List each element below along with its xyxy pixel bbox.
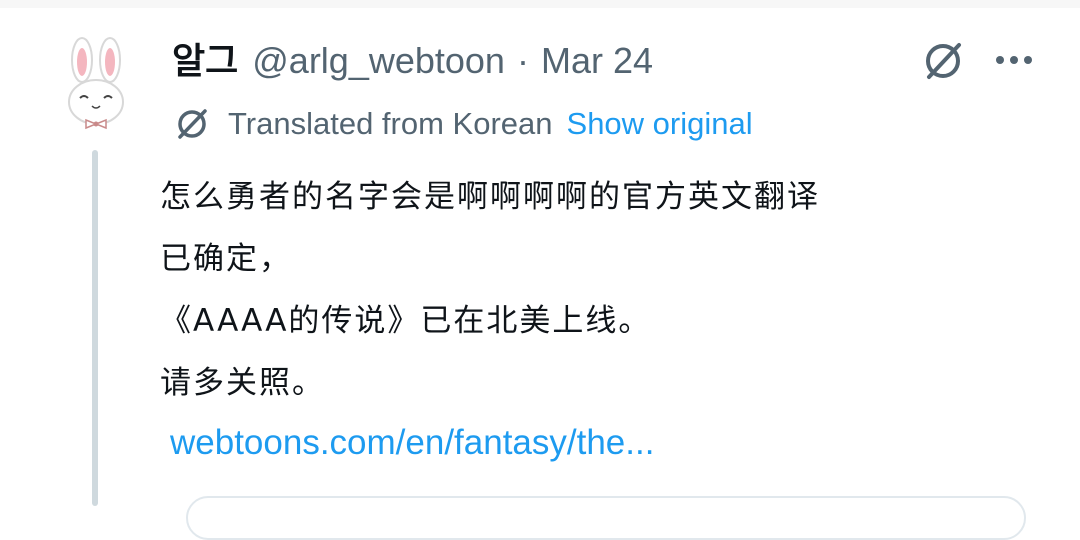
thread-line [92,150,98,506]
tweet-text: 怎么勇者的名字会是啊啊啊啊的官方英文翻译 已确定， 《AAAA的传说》已在北美上… [160,166,1020,414]
tweet-header: 알그 @arlg_webtoon · Mar 24 [172,38,653,84]
tweet-date[interactable]: Mar 24 [541,38,653,84]
tweet-text-line: 请多关照。 [160,365,325,401]
author-handle[interactable]: @arlg_webtoon [252,38,505,84]
bunny-avatar-icon[interactable] [60,34,132,138]
tweet-link[interactable]: webtoons.com/en/fantasy/the... [170,420,654,466]
more-options-button[interactable] [990,44,1038,80]
translated-label: Translated from Korean [228,106,553,141]
author-name[interactable]: 알그 [172,38,238,84]
translation-notice: Translated from Korean Show original [172,104,753,144]
tweet-text-line: 《AAAA的传说》已在北美上线。 [160,303,652,339]
show-original-link[interactable]: Show original [567,106,753,142]
tweet-text-line: 已确定， [160,241,292,277]
grok-button[interactable] [918,38,968,88]
more-dots-icon [994,53,1034,71]
grok-icon [921,39,965,88]
header-separator: · [516,40,529,81]
grok-icon [172,104,212,144]
top-divider [0,0,1080,8]
link-preview-card[interactable] [186,496,1026,540]
tweet-text-line: 怎么勇者的名字会是啊啊啊啊的官方英文翻译 [160,179,820,215]
